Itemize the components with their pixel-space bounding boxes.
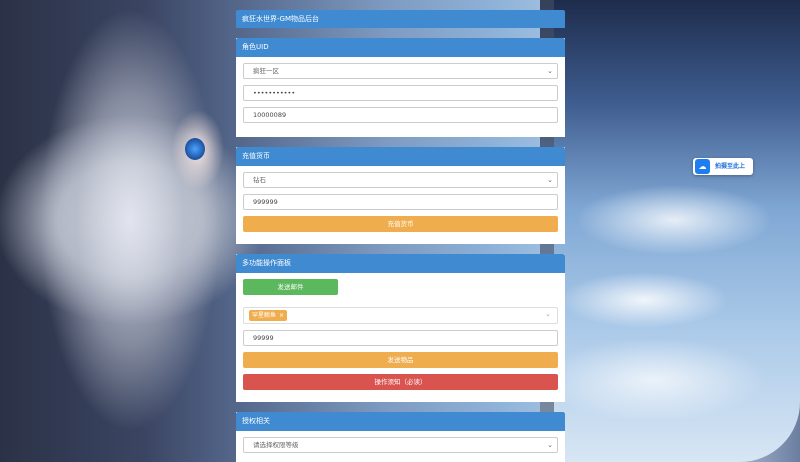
main-panel: 疯狂水世界-GM物品后台 角色UID 疯狂一区 ⌄ ••••••••••• 10…: [236, 10, 565, 462]
quantity-field[interactable]: 99999: [243, 330, 558, 346]
role-card-header: 角色UID: [236, 38, 565, 57]
currency-select-value: 钻石: [253, 176, 266, 184]
chevron-down-icon: ⌄: [547, 441, 553, 449]
chevron-down-icon: ⌄: [547, 176, 553, 184]
chevron-down-icon: ⌄: [545, 310, 551, 318]
chevron-down-icon: ⌄: [547, 67, 553, 75]
quantity-value: 99999: [253, 334, 274, 342]
recharge-card: 充值货币 钻石 ⌄ 999999 充值货币: [236, 147, 565, 244]
send-mail-button[interactable]: 发送邮件: [243, 279, 338, 295]
password-field[interactable]: •••••••••••: [243, 85, 558, 101]
selected-item-tag-label: 罕星鲸鱼: [252, 312, 277, 319]
item-multiselect[interactable]: 罕星鲸鱼 × ⌄: [243, 307, 558, 324]
tag-close-icon[interactable]: ×: [279, 312, 284, 319]
auth-card-header: 授权相关: [236, 412, 565, 431]
multi-function-card-header: 多功能操作面板: [236, 254, 565, 273]
background-character: [20, 10, 220, 450]
amount-field[interactable]: 999999: [243, 194, 558, 210]
auth-card: 授权相关 请选择权限等级 ⌄: [236, 412, 565, 462]
server-select[interactable]: 疯狂一区 ⌄: [243, 63, 558, 79]
selected-item-tag: 罕星鲸鱼 ×: [249, 310, 288, 321]
background-window-sky: [540, 0, 800, 462]
currency-select[interactable]: 钻石 ⌄: [243, 172, 558, 188]
send-item-button[interactable]: 发送物品: [243, 352, 558, 368]
amount-value: 999999: [253, 198, 278, 206]
notice-button[interactable]: 操作须知（必读）: [243, 374, 558, 390]
multi-function-card: 多功能操作面板 发送邮件 罕星鲸鱼 × ⌄ 99999 发送物品 操作须知（必读）: [236, 254, 565, 402]
page-title: 疯狂水世界-GM物品后台: [236, 10, 565, 28]
recharge-button[interactable]: 充值货币: [243, 216, 558, 232]
level-select[interactable]: 请选择权限等级 ⌄: [243, 437, 558, 453]
role-card: 角色UID 疯狂一区 ⌄ ••••••••••• 10000089: [236, 38, 565, 137]
uid-field[interactable]: 10000089: [243, 107, 558, 123]
recharge-card-header: 充值货币: [236, 147, 565, 166]
floating-button-label: 拍摄至此上: [715, 163, 746, 170]
level-select-placeholder: 请选择权限等级: [253, 441, 299, 449]
password-value: •••••••••••: [253, 89, 296, 97]
background-character-eye: [185, 138, 205, 160]
floating-cloud-button[interactable]: ☁ 拍摄至此上: [693, 158, 753, 175]
server-select-value: 疯狂一区: [253, 67, 279, 75]
uid-value: 10000089: [253, 111, 287, 119]
cloud-icon: ☁: [695, 159, 710, 174]
